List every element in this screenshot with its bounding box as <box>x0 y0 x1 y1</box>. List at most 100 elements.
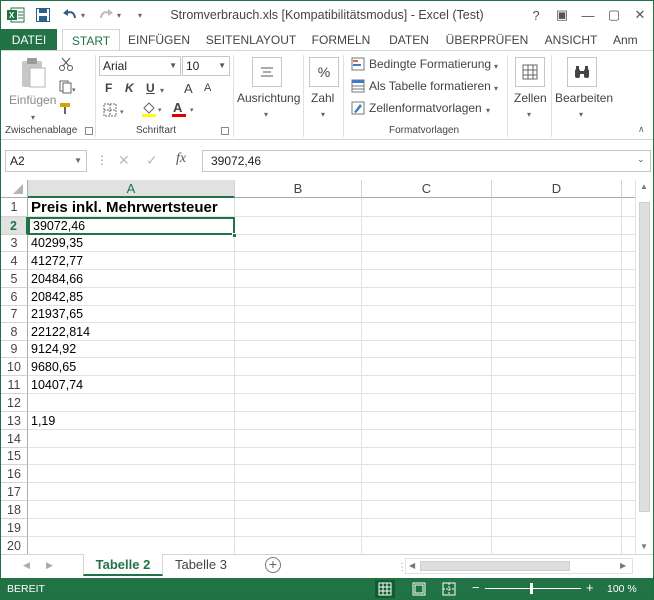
cell-e4[interactable] <box>622 252 635 270</box>
add-sheet-icon[interactable]: + <box>265 557 281 573</box>
expand-formula-bar-icon[interactable]: ⌄ <box>637 154 645 165</box>
alignment-button[interactable]: Ausrichtung <box>237 91 300 105</box>
tab-daten[interactable]: DATEN <box>383 29 435 51</box>
cell-d6[interactable] <box>492 288 622 306</box>
cell-b12[interactable] <box>235 394 362 412</box>
cell-a4[interactable]: 41272,77 <box>28 252 235 270</box>
cell-b8[interactable] <box>235 323 362 341</box>
row-header-9[interactable]: 9 <box>1 341 28 358</box>
cell-b11[interactable] <box>235 376 362 394</box>
cell-c8[interactable] <box>362 323 492 341</box>
cell-d1[interactable] <box>492 198 622 217</box>
conditional-formatting-button[interactable]: Bedingte Formatierung <box>369 57 491 71</box>
cell-e6[interactable] <box>622 288 635 306</box>
row-header-13[interactable]: 13 <box>1 412 28 430</box>
cell-e5[interactable] <box>622 270 635 288</box>
cell-c2[interactable] <box>362 217 492 235</box>
cells-button[interactable]: Zellen <box>514 91 547 105</box>
cell-c12[interactable] <box>362 394 492 412</box>
underline-dropdown-icon[interactable]: ▾ <box>160 82 164 96</box>
cell-d9[interactable] <box>492 341 622 358</box>
tab-anmelden[interactable]: Anm <box>613 29 653 51</box>
scroll-sheets-right-icon[interactable]: ▶ <box>46 560 53 571</box>
binoculars-icon[interactable] <box>567 57 597 87</box>
cell-a11[interactable]: 10407,74 <box>28 376 235 394</box>
cells-dropdown-icon[interactable]: ▾ <box>527 106 531 120</box>
bold-button[interactable]: F <box>105 81 112 95</box>
cell-d12[interactable] <box>492 394 622 412</box>
cell-c19[interactable] <box>362 519 492 537</box>
row-header-3[interactable]: 3 <box>1 235 28 252</box>
clipboard-launcher-icon[interactable] <box>85 127 93 135</box>
cell-d16[interactable] <box>492 465 622 483</box>
cell-c9[interactable] <box>362 341 492 358</box>
conditional-formatting-icon[interactable] <box>351 57 365 74</box>
cell-b4[interactable] <box>235 252 362 270</box>
horizontal-scrollbar[interactable]: ◀ ▶ <box>405 558 633 574</box>
cell-d13[interactable] <box>492 412 622 430</box>
maximize-button[interactable]: ▢ <box>604 5 624 25</box>
cell-a16[interactable] <box>28 465 235 483</box>
sheet-tab-tabelle-3[interactable]: Tabelle 3 <box>164 555 238 575</box>
cell-a20[interactable] <box>28 537 235 554</box>
cell-e15[interactable] <box>622 448 635 465</box>
cell-d3[interactable] <box>492 235 622 252</box>
row-header-10[interactable]: 10 <box>1 358 28 376</box>
font-size-combo[interactable]: 10 ▼ <box>182 56 230 76</box>
row-header-20[interactable]: 20 <box>1 537 28 554</box>
cell-a9[interactable]: 9124,92 <box>28 341 235 358</box>
row-header-7[interactable]: 7 <box>1 306 28 323</box>
row-header-4[interactable]: 4 <box>1 252 28 270</box>
cell-d18[interactable] <box>492 501 622 519</box>
cell-a18[interactable] <box>28 501 235 519</box>
formula-input[interactable]: 39072,46 <box>202 150 651 172</box>
cell-e2[interactable] <box>622 217 635 235</box>
select-all-button[interactable] <box>1 180 28 198</box>
scroll-up-icon[interactable]: ▲ <box>640 182 648 191</box>
cell-e8[interactable] <box>622 323 635 341</box>
tab-formeln[interactable]: FORMELN <box>308 29 374 51</box>
cell-e9[interactable] <box>622 341 635 358</box>
format-painter-icon[interactable] <box>59 101 73 118</box>
row-header-1[interactable]: 1 <box>1 198 28 217</box>
collapse-ribbon-icon[interactable]: ∧ <box>638 124 645 135</box>
cell-e20[interactable] <box>622 537 635 554</box>
cell-b15[interactable] <box>235 448 362 465</box>
cell-e14[interactable] <box>622 430 635 448</box>
row-header-16[interactable]: 16 <box>1 465 28 483</box>
cell-a3[interactable]: 40299,35 <box>28 235 235 252</box>
cell-c10[interactable] <box>362 358 492 376</box>
cell-a8[interactable]: 22122,814 <box>28 323 235 341</box>
cell-b9[interactable] <box>235 341 362 358</box>
cell-b3[interactable] <box>235 235 362 252</box>
cell-c20[interactable] <box>362 537 492 554</box>
row-header-11[interactable]: 11 <box>1 376 28 394</box>
cell-b16[interactable] <box>235 465 362 483</box>
cells-icon[interactable] <box>515 57 545 87</box>
cell-a15[interactable] <box>28 448 235 465</box>
cell-c4[interactable] <box>362 252 492 270</box>
normal-view-button[interactable] <box>375 580 395 598</box>
row-header-19[interactable]: 19 <box>1 519 28 537</box>
cell-c14[interactable] <box>362 430 492 448</box>
cell-e16[interactable] <box>622 465 635 483</box>
row-header-5[interactable]: 5 <box>1 270 28 288</box>
cell-d2[interactable] <box>492 217 622 235</box>
scroll-left-icon[interactable]: ◀ <box>409 561 415 570</box>
format-as-table-dropdown-icon[interactable]: ▾ <box>494 80 498 94</box>
format-as-table-icon[interactable] <box>351 79 365 96</box>
cell-e18[interactable] <box>622 501 635 519</box>
cell-b5[interactable] <box>235 270 362 288</box>
cell-c6[interactable] <box>362 288 492 306</box>
fill-handle[interactable] <box>232 233 237 238</box>
zoom-level[interactable]: 100 % <box>607 583 637 595</box>
cell-a14[interactable] <box>28 430 235 448</box>
vertical-scroll-thumb[interactable] <box>639 202 650 512</box>
cell-a19[interactable] <box>28 519 235 537</box>
cell-styles-dropdown-icon[interactable]: ▾ <box>486 102 490 116</box>
cell-d15[interactable] <box>492 448 622 465</box>
cell-a7[interactable]: 21937,65 <box>28 306 235 323</box>
column-header-b[interactable]: B <box>235 180 362 198</box>
row-header-2[interactable]: 2 <box>1 217 28 235</box>
row-header-14[interactable]: 14 <box>1 430 28 448</box>
